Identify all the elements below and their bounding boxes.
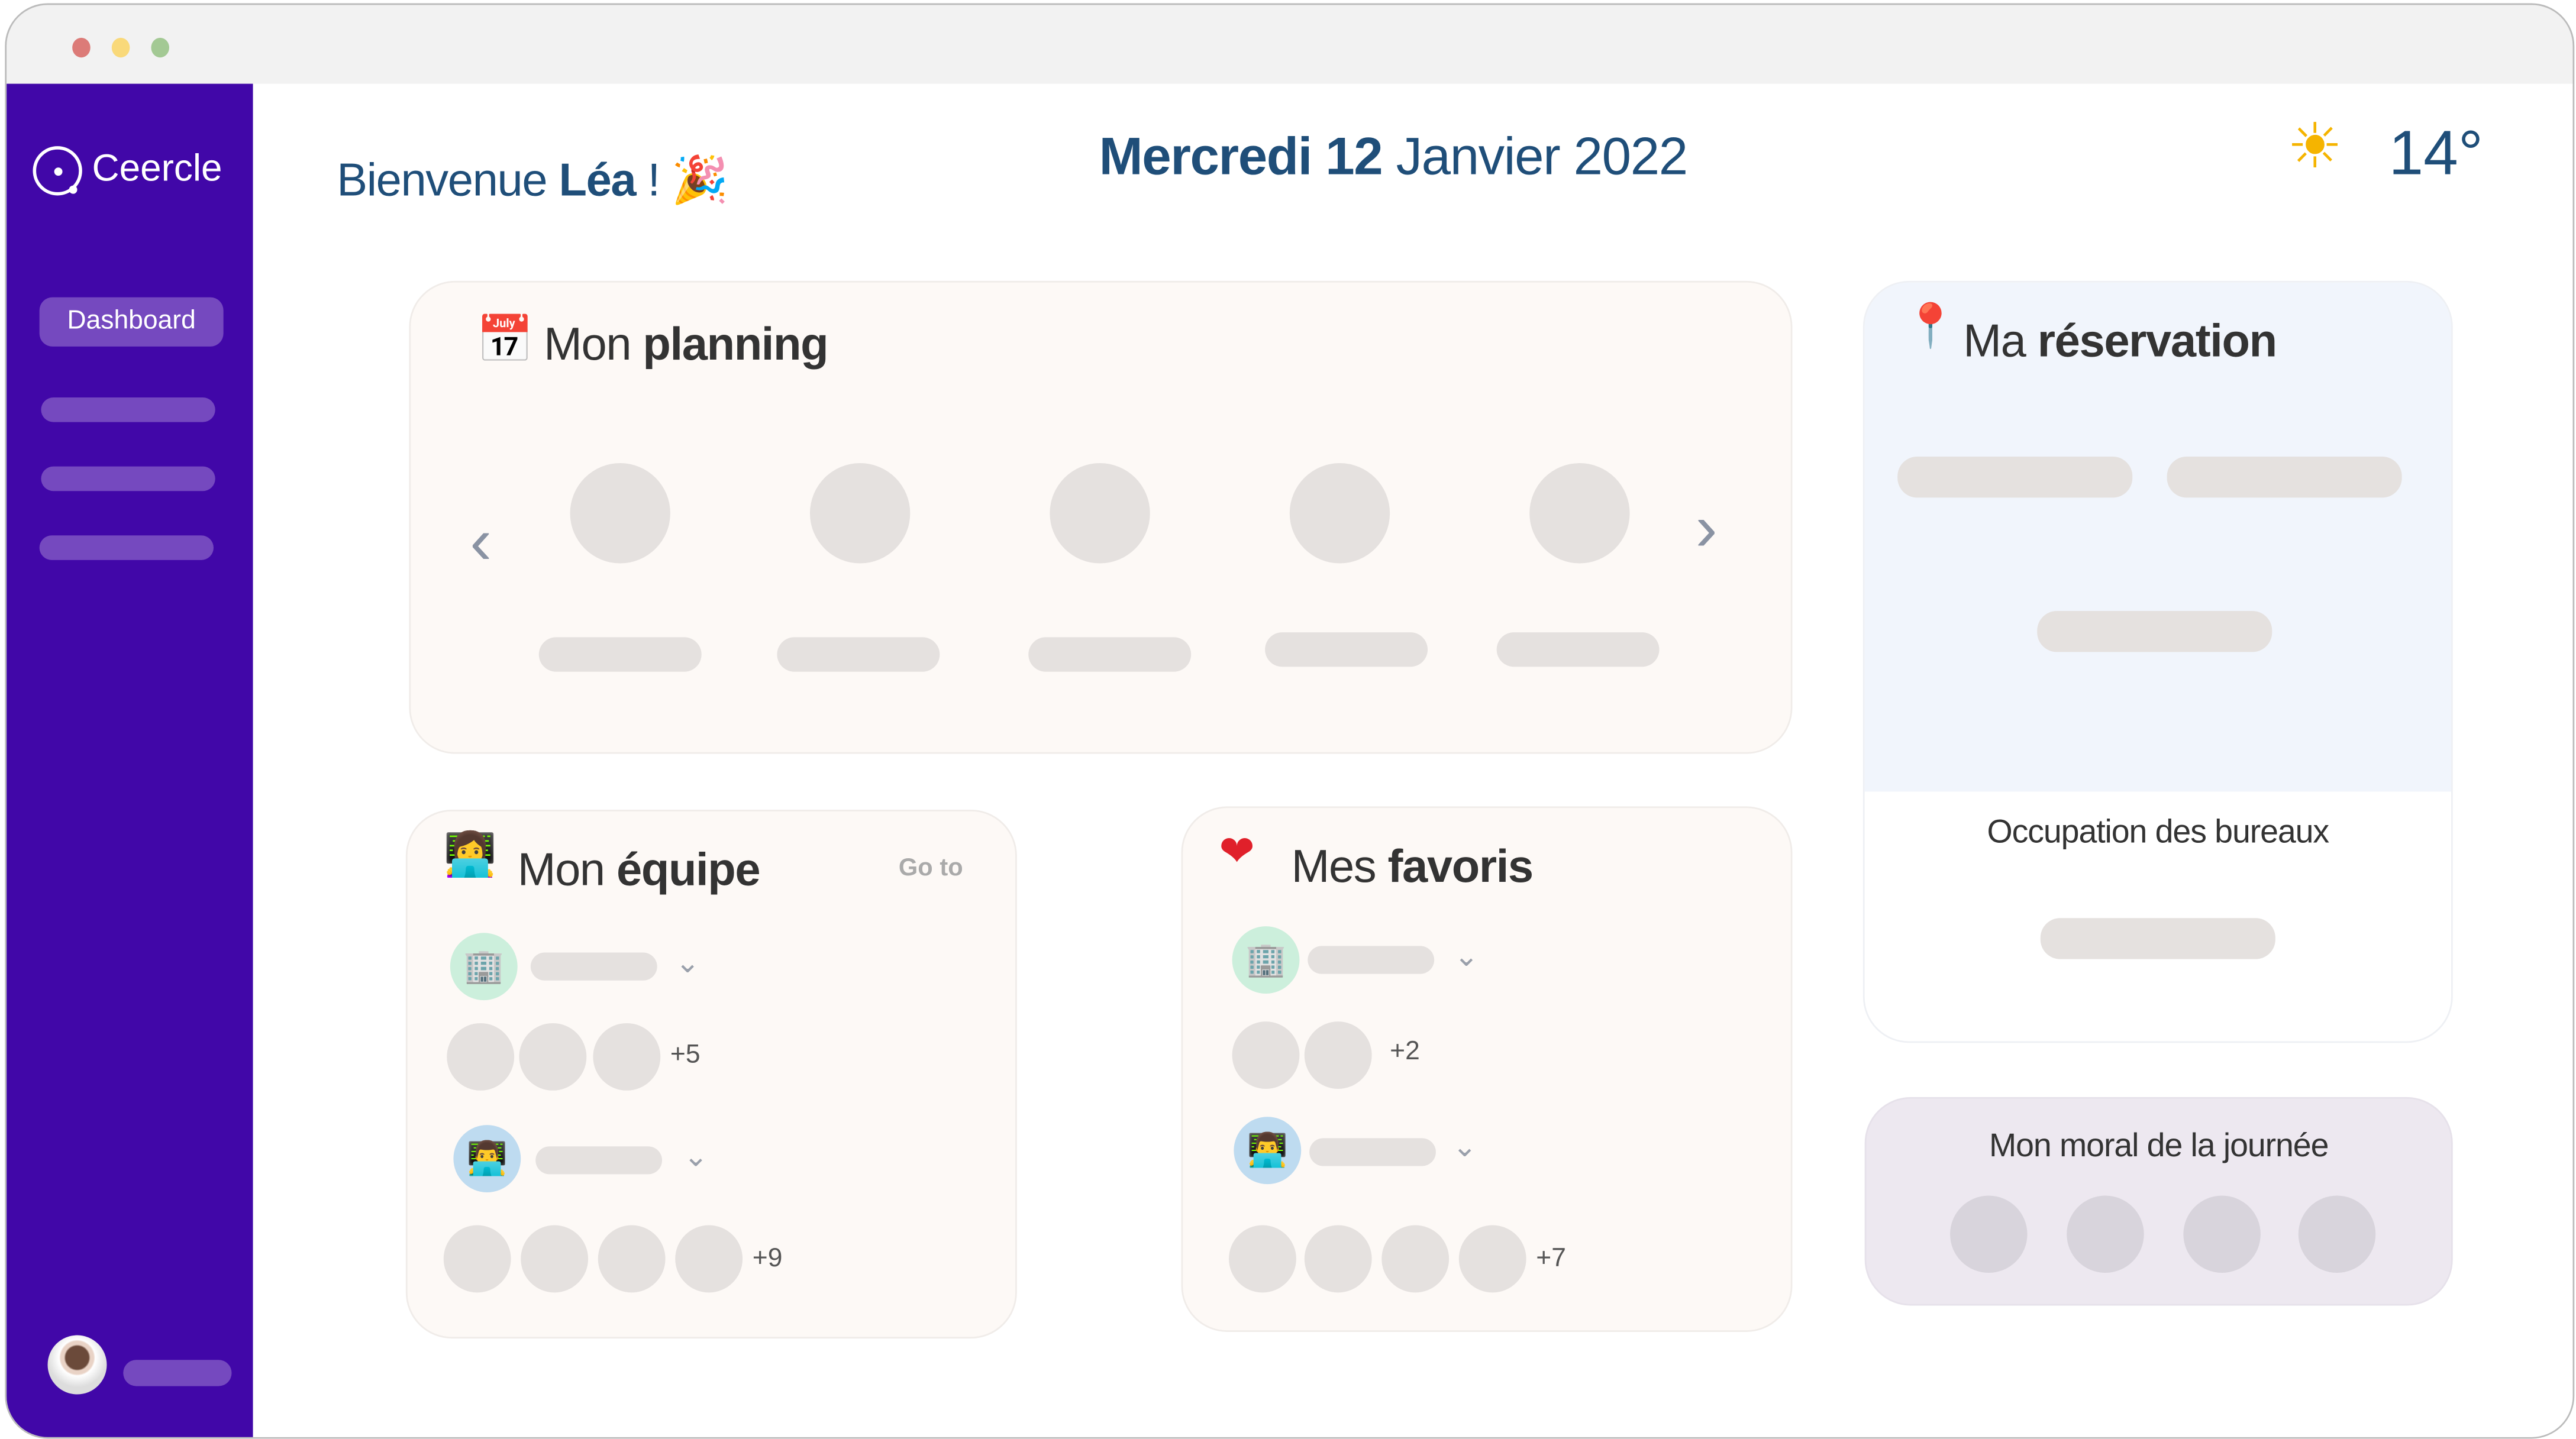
reservation-placeholder <box>2037 610 2272 652</box>
woman-technologist-icon: 👩‍💻 <box>443 831 497 881</box>
mood-option[interactable] <box>2183 1195 2261 1273</box>
team-goto-link[interactable]: Go to <box>899 854 963 882</box>
man-technologist-icon: 👨‍💻 <box>1234 1117 1302 1185</box>
favorites-card: ❤ Mes favoris 🏢 ⌄ +2 👨‍💻 ⌄ +7 <box>1181 806 1793 1332</box>
current-date: Mercredi 12 Janvier 2022 <box>1099 126 1689 187</box>
day-label-placeholder <box>1028 637 1192 672</box>
planning-day[interactable] <box>1289 463 1390 564</box>
sidebar-item-dashboard[interactable]: Dashboard <box>39 297 224 347</box>
reservation-title: Ma réservation <box>1963 315 2277 367</box>
member-avatar[interactable] <box>447 1023 515 1091</box>
calendar-icon: 📅 <box>476 312 534 367</box>
office-building-icon: 🏢 <box>1232 926 1300 994</box>
reservation-placeholder <box>1897 456 2133 498</box>
member-avatar[interactable] <box>521 1225 589 1293</box>
planning-day[interactable] <box>1050 463 1150 564</box>
more-members-count[interactable]: +9 <box>753 1245 783 1275</box>
sidebar-item-placeholder[interactable] <box>41 397 215 422</box>
date-month-year: Janvier 2022 <box>1396 126 1689 186</box>
user-avatar[interactable] <box>47 1335 107 1395</box>
planning-title: Mon planning <box>544 318 829 370</box>
member-avatar[interactable] <box>1304 1021 1372 1089</box>
member-avatar[interactable] <box>1381 1225 1450 1293</box>
day-label-placeholder <box>777 637 940 672</box>
chevron-down-icon[interactable]: ⌄ <box>683 1140 708 1174</box>
planning-day[interactable] <box>570 463 670 564</box>
reservation-card: 📍 Ma réservation Occupation des bureaux <box>1862 280 2453 1043</box>
previous-week-chevron-icon[interactable]: ‹ <box>470 506 492 580</box>
chevron-down-icon[interactable]: ⌄ <box>1454 939 1479 974</box>
group-name-placeholder <box>530 952 657 981</box>
member-avatar[interactable] <box>1232 1021 1300 1089</box>
favorites-title: Mes favoris <box>1291 840 1534 892</box>
party-popper-icon: 🎉 <box>671 153 729 207</box>
greeting-text: Bienvenue <box>337 154 547 206</box>
member-avatar[interactable] <box>1304 1225 1372 1293</box>
member-avatar[interactable] <box>1229 1225 1296 1293</box>
team-card: 👩‍💻 Mon équipe Go to 🏢 ⌄ +5 👨‍💻 ⌄ +9 <box>405 809 1017 1339</box>
member-avatar[interactable] <box>1458 1225 1526 1293</box>
planning-card: 📅 Mon planning ‹ › <box>409 280 1793 754</box>
member-avatar[interactable] <box>443 1225 511 1293</box>
mood-title: Mon moral de la journée <box>1989 1128 2329 1165</box>
app-window: Ceercle Dashboard Bienvenue Léa ! 🎉 Merc… <box>5 3 2575 1439</box>
group-name-placeholder <box>1309 1138 1436 1166</box>
more-members-count[interactable]: +2 <box>1390 1038 1420 1068</box>
maximize-window-button[interactable] <box>151 37 170 58</box>
reservation-placeholder <box>2167 456 2402 498</box>
group-name-placeholder <box>535 1146 663 1175</box>
planning-day[interactable] <box>809 463 911 564</box>
day-label-placeholder <box>538 637 702 672</box>
welcome-greeting: Bienvenue Léa ! 🎉 <box>337 153 729 207</box>
team-title: Mon équipe <box>517 844 761 895</box>
mood-card: Mon moral de la journée <box>1864 1097 2453 1306</box>
more-members-count[interactable]: +7 <box>1536 1245 1566 1275</box>
member-avatar[interactable] <box>593 1023 661 1091</box>
date-day: Mercredi 12 <box>1099 126 1383 186</box>
ceercle-logo-icon <box>33 146 82 196</box>
greeting-exclamation: ! <box>647 154 660 206</box>
chevron-down-icon[interactable]: ⌄ <box>675 946 700 980</box>
user-name-placeholder[interactable] <box>123 1360 232 1386</box>
temperature: 14° <box>2388 119 2484 189</box>
sidebar: Ceercle Dashboard <box>7 83 253 1437</box>
next-week-chevron-icon[interactable]: › <box>1696 493 1718 567</box>
sun-icon: ☀ <box>2287 110 2343 183</box>
occupancy-label: Occupation des bureaux <box>1987 814 2329 851</box>
day-label-placeholder <box>1496 632 1660 667</box>
pushpin-icon: 📍 <box>1904 302 1958 352</box>
occupancy-placeholder <box>2040 918 2275 959</box>
group-name-placeholder <box>1308 946 1435 974</box>
day-label-placeholder <box>1265 632 1428 667</box>
planning-day[interactable] <box>1529 463 1630 564</box>
more-members-count[interactable]: +5 <box>670 1041 701 1071</box>
chevron-down-icon[interactable]: ⌄ <box>1452 1130 1477 1164</box>
sidebar-item-placeholder[interactable] <box>39 535 214 560</box>
minimize-window-button[interactable] <box>111 37 130 58</box>
brand-name: Ceercle <box>92 146 222 189</box>
member-avatar[interactable] <box>598 1225 666 1293</box>
member-avatar[interactable] <box>519 1023 587 1091</box>
close-window-button[interactable] <box>72 37 91 58</box>
mood-option[interactable] <box>2298 1195 2376 1273</box>
mood-option[interactable] <box>2067 1195 2144 1273</box>
office-building-icon: 🏢 <box>450 933 518 1001</box>
member-avatar[interactable] <box>675 1225 743 1293</box>
user-first-name: Léa <box>559 154 636 206</box>
mood-option[interactable] <box>1950 1195 2028 1273</box>
main-content: Bienvenue Léa ! 🎉 Mercredi 12 Janvier 20… <box>253 83 2573 1437</box>
man-technologist-icon: 👨‍💻 <box>453 1125 521 1192</box>
sidebar-item-placeholder[interactable] <box>41 466 215 491</box>
heart-icon: ❤ <box>1219 827 1255 877</box>
